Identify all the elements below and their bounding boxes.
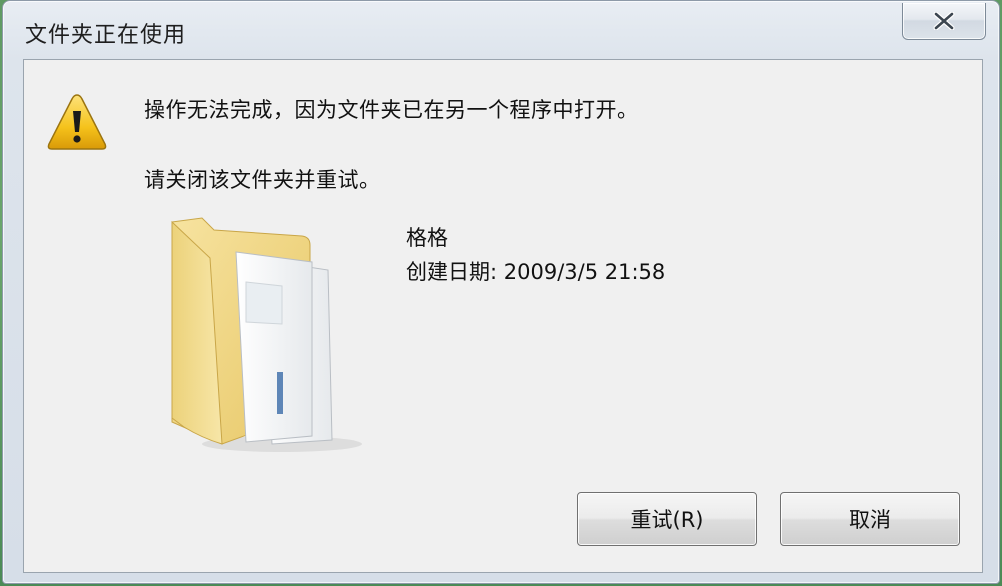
title-bar[interactable]: 文件夹正在使用 [3,1,999,59]
folder-name: 格格 [406,226,448,250]
folder-icon [171,217,362,452]
close-button[interactable] [902,3,986,40]
instruction-message: 请关闭该文件夹并重试。 [144,168,381,192]
cancel-button[interactable]: 取消 [780,492,960,546]
folder-created-date: 创建日期: 2009/3/5 21:58 [406,260,666,284]
error-message: 操作无法完成，因为文件夹已在另一个程序中打开。 [144,98,639,122]
retry-button[interactable]: 重试(R) [577,492,757,546]
dialog-window: 文件夹正在使用 操作无法完成，因为文件夹已在另一个程序中打开。 请关闭该文件夹并… [2,0,1000,584]
window-title: 文件夹正在使用 [25,23,187,48]
dialog-body: 操作无法完成，因为文件夹已在另一个程序中打开。 请关闭该文件夹并重试。 格格 创… [23,59,983,573]
close-icon [933,12,955,30]
warning-icon [47,94,107,150]
